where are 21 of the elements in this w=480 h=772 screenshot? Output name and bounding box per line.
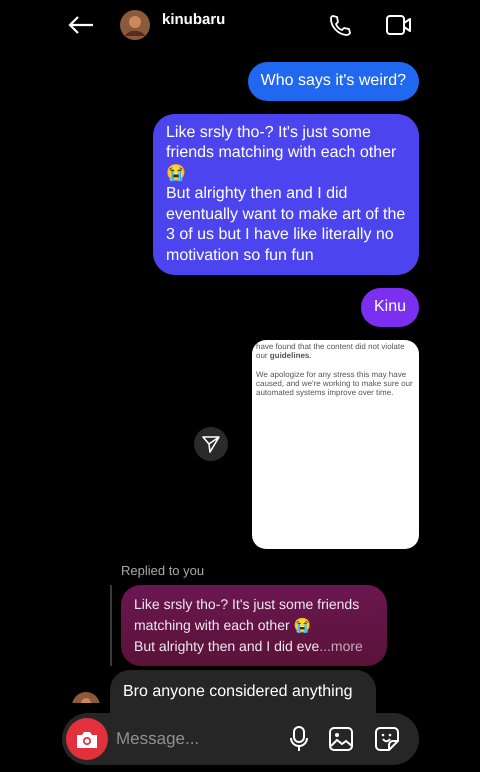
share-icon: [202, 435, 220, 453]
avatar-icon[interactable]: [120, 10, 150, 40]
microphone-icon[interactable]: [289, 726, 309, 752]
message-bubble: Kinu: [360, 288, 419, 326]
image-icon[interactable]: [329, 727, 353, 751]
video-camera-icon[interactable]: [386, 14, 412, 36]
username[interactable]: kinubaru: [162, 8, 316, 32]
camera-button[interactable]: [66, 718, 108, 760]
message-field[interactable]: Message...: [116, 726, 281, 752]
screenshot-text: have found that the content did not violate our guidelines.: [256, 342, 406, 360]
screenshot-text: We apologize for any stress this may have caused, and we're working to make sure our automated systems improve over time.: [256, 370, 414, 396]
back-arrow-icon[interactable]: [68, 15, 94, 35]
message-bubble: Who says it's weird?: [248, 62, 419, 100]
screenshot-card[interactable]: have found that the content did not violate our guidelines. We apologize for any stress this may have caused, and we're working to make sure our automated systems improve over time.: [252, 340, 419, 548]
message-bubble: Like srsly tho-? It's just some friends matching with each other 😭 But alrighty then and I did eventually want to make art of the 3 of us but I have like literally no motivation so fun fun: [153, 114, 419, 275]
sticker-icon[interactable]: [375, 727, 399, 751]
quoted-message[interactable]: Like srsly tho-? It's just some friends matching with each other 😭 But alrighty then and I did eve...more: [121, 585, 387, 666]
reply-label: Replied to you: [121, 562, 206, 580]
share-button[interactable]: [194, 427, 228, 461]
phone-icon[interactable]: [328, 13, 352, 37]
camera-icon: [76, 730, 98, 748]
